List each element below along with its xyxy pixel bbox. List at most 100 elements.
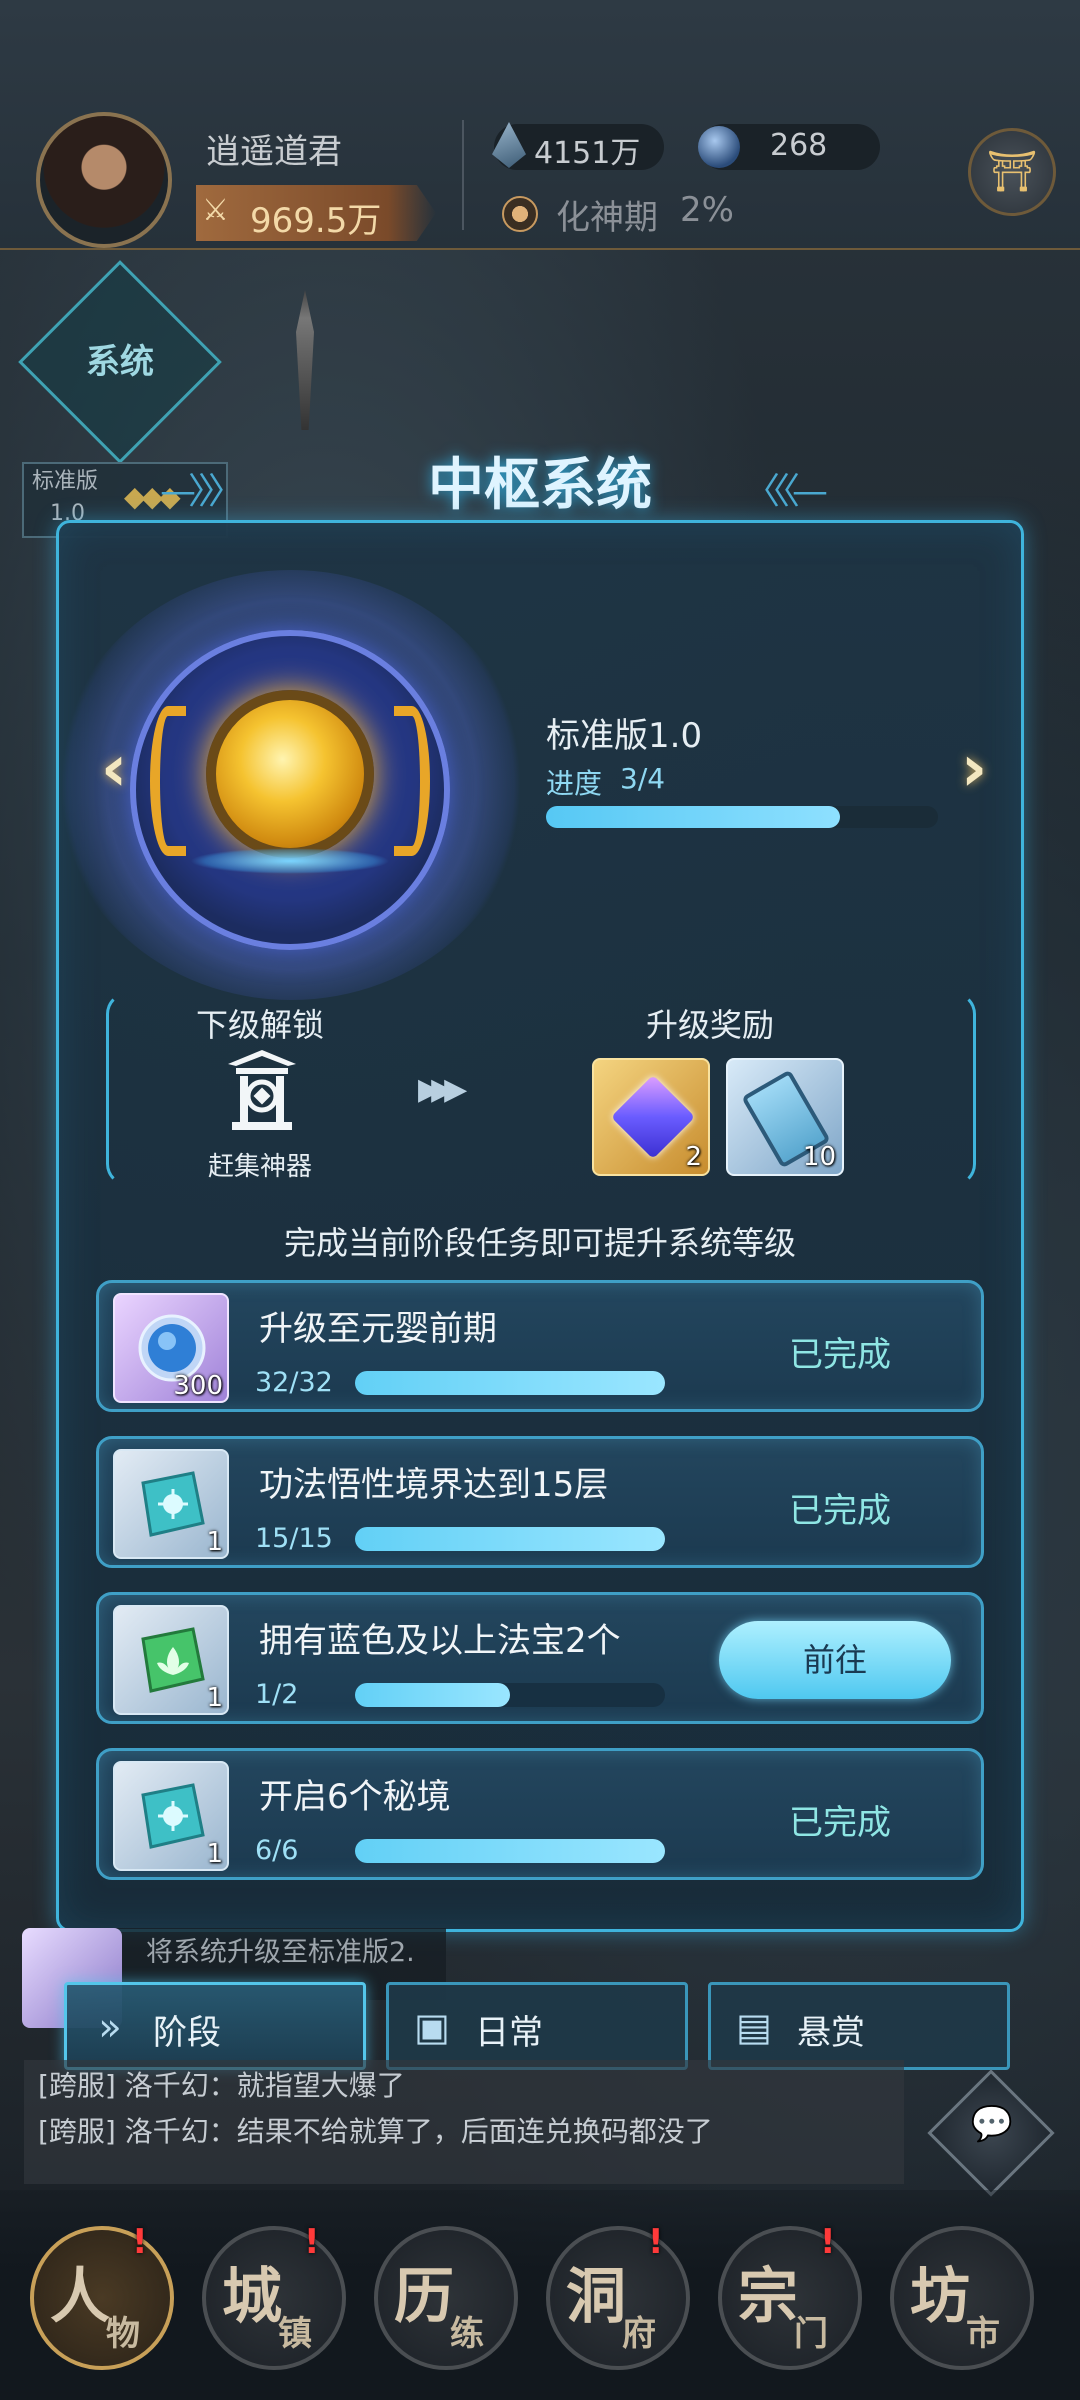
task-item-count: 1: [206, 1527, 223, 1557]
unlock-title: 下级解锁: [195, 1006, 324, 1044]
task-title: 开启6个秘境: [259, 1777, 451, 1817]
task-title: 功法悟性境界达到15层: [259, 1465, 609, 1505]
resource-orb-value: 268: [770, 128, 828, 163]
reward-title: 升级奖励: [645, 1006, 774, 1044]
nav-sect[interactable]: 宗 门 !: [718, 2222, 862, 2370]
alert-icon: !: [132, 2222, 148, 2262]
pavilion-icon[interactable]: ⛩: [968, 128, 1056, 216]
tab-daily-label: 日常: [475, 2013, 543, 2053]
version-progress-value: 3/4: [620, 762, 666, 795]
go-button[interactable]: 前往: [719, 1621, 951, 1699]
realm-percent: 2%: [680, 190, 734, 230]
resource-spirit-stone-value: 4151万: [534, 136, 641, 171]
task-item-count: 1: [206, 1839, 223, 1869]
task-progress-bar: [355, 1683, 665, 1707]
crossed-swords-icon: ⚔: [202, 193, 229, 228]
tip-text: 将系统升级至标准版2.: [146, 1937, 415, 1968]
tab-stage-label: 阶段: [153, 2013, 221, 2053]
task-row: 1 功法悟性境界达到15层 15/15 已完成: [96, 1436, 984, 1568]
version-progress-fill: [546, 806, 840, 828]
page-title: 中枢系统: [428, 453, 652, 518]
task-progress-fill: [355, 1683, 510, 1707]
task-item-slot[interactable]: 1: [113, 1761, 229, 1871]
nav-cave[interactable]: 洞 府 !: [546, 2222, 690, 2370]
orb-base-glow: [190, 848, 390, 874]
reward-count: 10: [802, 1142, 836, 1172]
orb-bracket-right: [394, 706, 430, 856]
nav-training-char2: 练: [450, 2314, 484, 2354]
header-divider: [462, 120, 464, 230]
task-item-count: 1: [206, 1683, 223, 1713]
cyan-talisman-icon: [141, 1783, 205, 1849]
task-status-done: 已完成: [789, 1491, 891, 1531]
double-chevron-icon: »: [98, 2005, 122, 2049]
nav-sect-char2: 门: [794, 2314, 828, 2354]
spear-icon: [296, 290, 314, 430]
cyan-talisman-icon: [141, 1471, 205, 1537]
reward-item-crystal-cube[interactable]: 2: [592, 1058, 710, 1176]
nav-training[interactable]: 历 练: [374, 2226, 518, 2370]
task-row: 300 升级至元婴前期 32/32 已完成: [96, 1280, 984, 1412]
chat-message: [跨服] 洛千幻：就指望大爆了: [38, 2069, 405, 2102]
task-row: 1 开启6个秘境 6/6 已完成: [96, 1748, 984, 1880]
task-progress-text: 1/2: [255, 1679, 299, 1710]
nav-character-char2: 物: [106, 2314, 140, 2354]
task-progress-text: 15/15: [255, 1523, 333, 1554]
task-progress-text: 32/32: [255, 1367, 333, 1398]
prev-version-arrow-icon[interactable]: ‹: [84, 736, 144, 806]
nav-town-char1: 城: [222, 2262, 282, 2332]
task-item-slot[interactable]: 300: [113, 1293, 229, 1403]
task-title: 升级至元婴前期: [259, 1309, 497, 1349]
version-progress-label: 进度: [546, 767, 603, 800]
nav-cave-char2: 府: [622, 2314, 656, 2354]
alert-icon: !: [304, 2222, 320, 2262]
yin-yang-icon: [502, 196, 538, 232]
reward-count: 2: [685, 1142, 702, 1172]
nav-town-char2: 镇: [278, 2314, 312, 2354]
nav-training-char1: 历: [394, 2262, 454, 2332]
tab-bounty[interactable]: ▤ 悬赏: [708, 1982, 1010, 2070]
task-item-count: 300: [173, 1371, 223, 1401]
task-progress-bar: [355, 1839, 665, 1863]
calendar-icon: ▣: [414, 2005, 450, 2049]
crystal-cube-icon: [610, 1074, 696, 1160]
alert-icon: !: [820, 2222, 836, 2262]
tab-daily[interactable]: ▣ 日常: [386, 1982, 688, 2070]
task-progress-fill: [355, 1371, 665, 1395]
realm-name: 化神期: [556, 198, 658, 238]
task-item-slot[interactable]: 1: [113, 1605, 229, 1715]
chat-message: [跨服] 洛千幻：结果不给就算了，后面连兑换码都没了: [38, 2115, 713, 2148]
nav-character[interactable]: 人 物 !: [30, 2222, 174, 2370]
task-progress-bar: [355, 1527, 665, 1551]
green-talisman-icon: [141, 1627, 205, 1693]
system-label[interactable]: 系统: [86, 334, 154, 383]
nav-town[interactable]: 城 镇 !: [202, 2222, 346, 2370]
task-progress-fill: [355, 1839, 665, 1863]
next-version-arrow-icon[interactable]: ›: [944, 736, 1004, 806]
tab-stage[interactable]: » 阶段: [64, 1982, 366, 2070]
nav-market-char1: 坊: [910, 2262, 970, 2332]
chat-bubble-icon: 💬: [970, 2104, 1014, 2144]
nav-market[interactable]: 坊 市: [890, 2226, 1034, 2370]
task-progress-text: 6/6: [255, 1835, 299, 1866]
alert-icon: !: [648, 2222, 664, 2262]
reward-item-scroll[interactable]: 10: [726, 1058, 844, 1176]
shrine-icon[interactable]: [222, 1046, 302, 1132]
upgrade-hint: 完成当前阶段任务即可提升系统等级: [283, 1224, 796, 1262]
golden-orb-icon: [206, 690, 374, 858]
task-status-done: 已完成: [789, 1335, 891, 1375]
tab-bounty-label: 悬赏: [797, 2013, 865, 2053]
task-progress-fill: [355, 1527, 665, 1551]
unlock-item-name: 赶集神器: [207, 1152, 312, 1182]
task-title: 拥有蓝色及以上法宝2个: [259, 1621, 621, 1661]
orb-bracket-left: [150, 706, 186, 856]
version-name: 标准版1.0: [546, 716, 703, 756]
blue-orb-icon: [698, 126, 740, 168]
chat-box[interactable]: [跨服] 洛千幻：就指望大爆了 [跨服] 洛千幻：结果不给就算了，后面连兑换码都…: [24, 2060, 904, 2184]
nav-sect-char1: 宗: [738, 2262, 798, 2332]
version-progress-bar: [546, 806, 938, 828]
player-avatar[interactable]: [36, 112, 172, 248]
player-name: 逍遥道君: [206, 132, 342, 172]
nav-cave-char1: 洞: [566, 2262, 626, 2332]
task-item-slot[interactable]: 1: [113, 1449, 229, 1559]
